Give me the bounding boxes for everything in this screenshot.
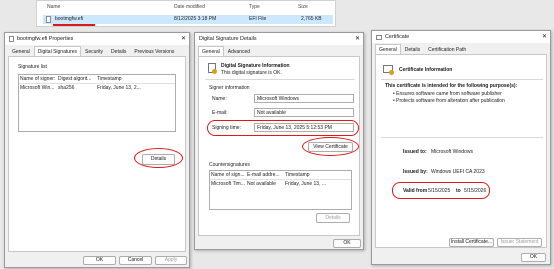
email-cell: Not available [247,181,276,187]
issuer-statement-button[interactable]: Issuer Statement [497,238,542,247]
table-row[interactable]: Microsoft Win... sha256 Friday, June 13,… [19,84,175,93]
file-row[interactable]: bootmgfw.efi 8/12/2025 3:18 PM EFI File … [43,15,333,24]
email-field: Not available [254,108,354,117]
details-titlebar: Digital Signature Details ✕ [195,33,363,45]
close-icon[interactable]: ✕ [542,33,547,40]
tab-panel: Signature list Name of signer: Digest al… [8,56,186,252]
col-timestamp[interactable]: Timestamp [284,171,350,179]
ok-button[interactable]: OK [333,239,361,248]
signature-list-label: Signature list [18,64,47,70]
tab-panel: Digital Signature Information This digit… [198,56,360,236]
issued-by-value: Windows UEFI CA 2023 [431,169,485,175]
purpose-text: Protects software from alteration after … [396,98,505,104]
intended-purpose-text: This certificate is intended for the fol… [385,83,518,89]
explorer-list: Name Date modified Type Size bootmgfw.ef… [36,0,336,27]
file-icon [9,36,14,42]
col-signer[interactable]: Name of sign... [210,171,246,179]
certificate-window: Certificate ✕ General Details Certificat… [371,30,551,265]
col-signer[interactable]: Name of signer: [19,75,57,83]
install-certificate-button[interactable]: Install Certificate... [449,238,494,247]
countersignatures-label: Countersignatures [209,162,250,168]
col-size-header[interactable]: Size [298,4,308,10]
purpose-item: • Ensures software came from software pu… [393,91,502,97]
highlight-ring [207,120,359,136]
signer-cell: Microsoft Win... [20,85,55,91]
col-digest[interactable]: Digest algorit... [57,75,96,83]
details-button[interactable]: Details [316,213,350,223]
file-date: 8/12/2025 3:18 PM [174,16,217,22]
close-icon[interactable]: ✕ [181,35,186,42]
file-type: EFI File [249,16,267,22]
issued-to-label: Issued to: [403,149,427,155]
col-email[interactable]: E-mail addre... [246,171,284,179]
info-title: Digital Signature Information [221,63,290,69]
window-title: Certificate [385,34,410,40]
divider [381,79,543,80]
close-icon: ✕ [354,36,360,42]
table-row[interactable]: Microsoft Tim... Not available Friday, J… [210,180,351,189]
file-underline [53,24,95,26]
highlight-ring [392,182,490,199]
certificate-titlebar: Certificate ✕ [372,31,550,43]
window-title: Digital Signature Details [199,36,257,42]
info-subtitle: This digital signature is OK. [221,70,282,76]
explorer-header: Name Date modified Type Size [37,4,337,12]
info-title: Certificate Information [399,67,453,73]
file-name: bootmgfw.efi [55,16,84,22]
col-timestamp[interactable]: Timestamp [96,75,156,83]
signature-details-window: Digital Signature Details ✕ General Adva… [194,32,364,250]
signer-cell: Microsoft Tim... [211,181,245,187]
email-label: E-mail: [212,110,228,116]
ok-button[interactable]: OK [521,253,546,262]
certificate-icon [376,34,382,40]
purpose-item: • Protects software from alteration afte… [393,98,505,104]
cancel-button[interactable]: Cancel [119,256,152,265]
file-size: 2,765 KB [301,16,322,22]
highlight-ring [134,148,183,168]
window-title: bootmgfw.efi Properties [17,36,74,42]
issued-to-value: Microsoft Windows [431,149,473,155]
highlight-ring [302,137,359,156]
properties-window: bootmgfw.efi Properties ✕ General Digita… [4,32,190,268]
list-header: Name of signer: Digest algorit... Timest… [19,75,175,84]
countersignature-list[interactable]: Name of sign... E-mail addre... Timestam… [209,170,352,210]
name-field: Microsoft Windows [254,94,354,103]
col-name-header[interactable]: Name [47,4,60,10]
ribbon-icon [389,70,394,75]
col-type-header[interactable]: Type [249,4,260,10]
name-label: Name: [212,96,227,102]
digest-cell: sha256 [58,85,75,91]
signature-list[interactable]: Name of signer: Digest algorit... Timest… [18,74,176,132]
divider [205,79,355,80]
issued-by-label: Issued by: [403,169,428,175]
list-header: Name of sign... E-mail addre... Timestam… [210,171,351,180]
col-date-header[interactable]: Date modified [174,4,205,10]
apply-button[interactable]: Apply [155,256,187,265]
properties-titlebar: bootmgfw.efi Properties ✕ [5,33,189,45]
timestamp-cell: Friday, June 13, ... [285,181,327,187]
tab-panel: Certificate Information This certificate… [375,54,547,248]
file-icon [46,16,51,23]
purpose-text: Ensures software came from software publ… [396,91,502,97]
timestamp-cell: Friday, June 13, 2... [97,85,141,91]
ok-button[interactable]: OK [83,256,116,265]
divider [381,137,543,138]
signer-info-label: Signer information [209,85,250,91]
seal-icon [212,69,217,74]
